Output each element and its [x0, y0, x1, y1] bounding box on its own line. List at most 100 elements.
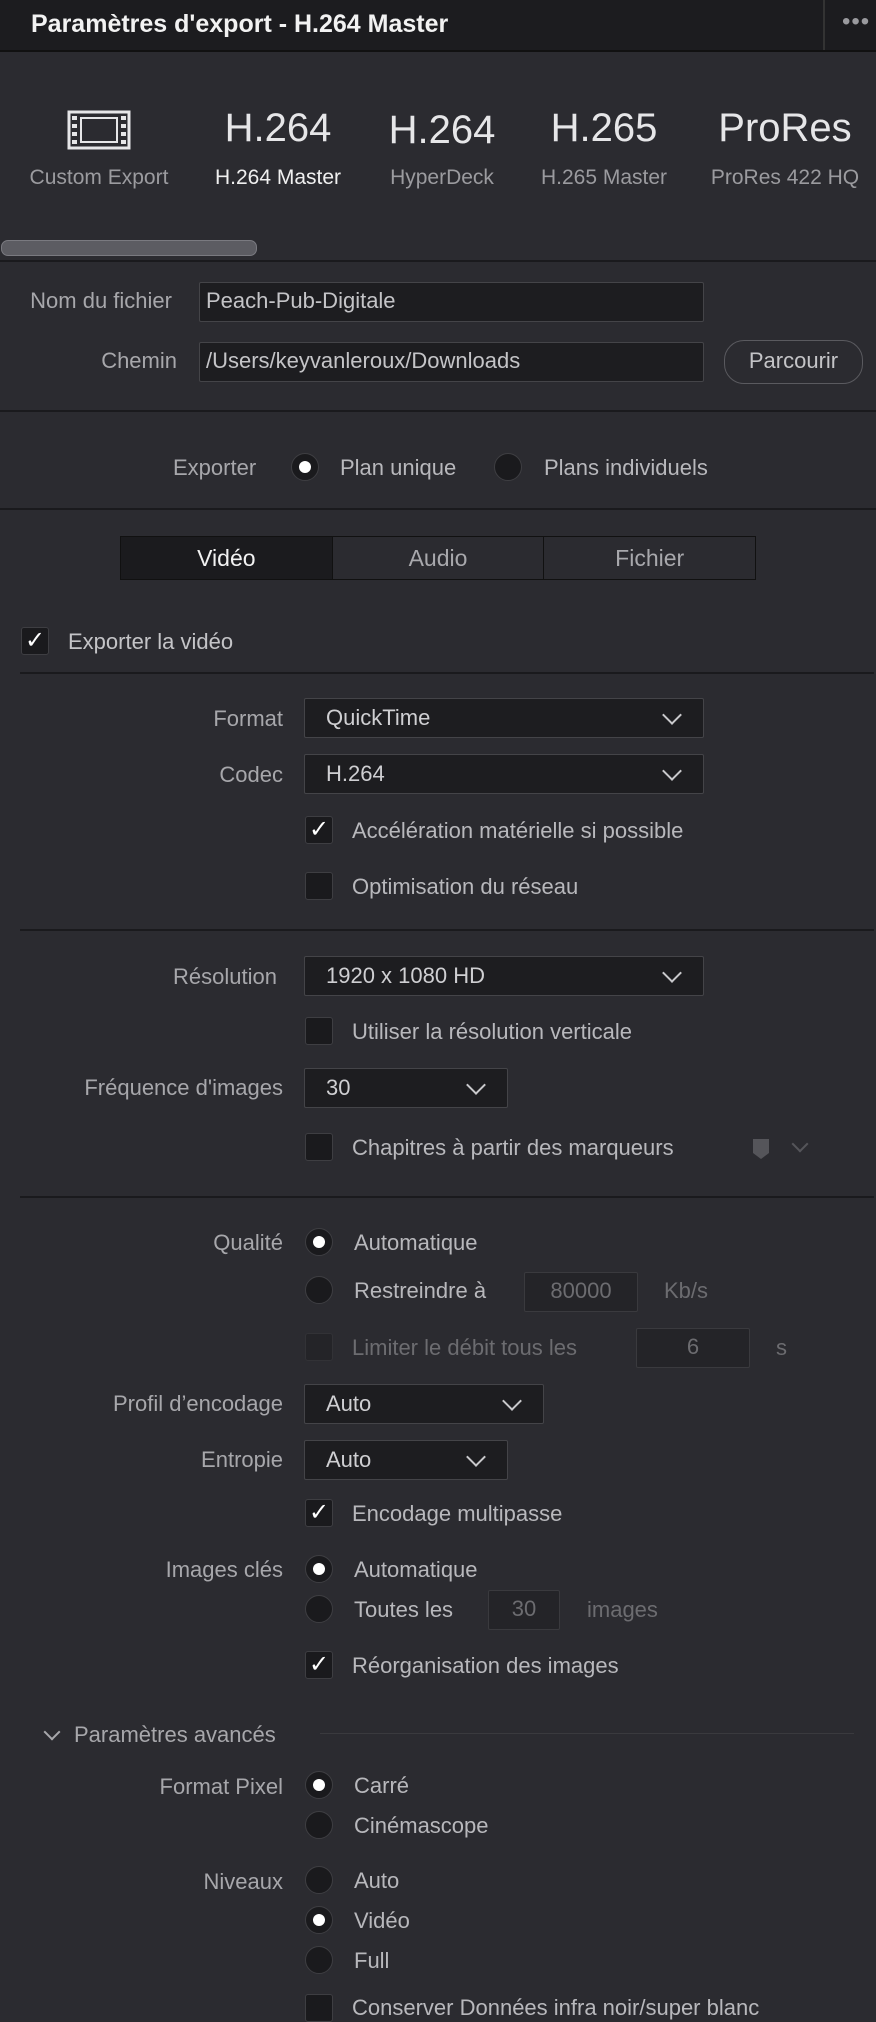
preset-h264-master[interactable]: H.264 H.264 Master: [194, 102, 362, 190]
vertical-res-label: Utiliser la résolution verticale: [352, 1019, 632, 1044]
multipass-label: Encodage multipasse: [352, 1501, 563, 1526]
export-individual-clips-radio[interactable]: [494, 453, 522, 481]
preset-prores-label: ProRes 422 HQ: [710, 166, 860, 189]
format-value: QuickTime: [326, 705, 431, 730]
encoding-profile-label: Profil d’encodage: [112, 1391, 283, 1416]
export-mode-label: Exporter: [173, 455, 257, 480]
export-video-label: Exporter la vidéo: [68, 629, 234, 654]
export-single-clip-radio[interactable]: [291, 453, 319, 481]
chevron-down-icon: [466, 1075, 486, 1095]
format-select[interactable]: QuickTime: [304, 698, 704, 738]
codec-select[interactable]: H.264: [304, 754, 704, 794]
entropy-label: Entropie: [201, 1447, 283, 1472]
preset-h265-master[interactable]: H.265 H.265 Master: [526, 102, 682, 190]
chapters-checkbox[interactable]: [305, 1133, 333, 1161]
preset-hyperdeck[interactable]: H.264 HyperDeck: [370, 104, 514, 190]
chevron-down-icon: [662, 963, 682, 983]
export-video-checkbox[interactable]: ✓: [21, 627, 49, 655]
preset-custom-label: Custom Export: [29, 166, 169, 189]
preserve-superwhite-checkbox[interactable]: [305, 1994, 333, 2022]
resolution-select[interactable]: 1920 x 1080 HD: [304, 956, 704, 996]
settings-tabs: Vidéo Audio Fichier: [120, 536, 756, 580]
filename-label: Nom du fichier: [30, 288, 172, 313]
pixel-square-radio[interactable]: [305, 1771, 333, 1799]
entropy-select[interactable]: Auto: [304, 1440, 508, 1480]
preset-scrollbar[interactable]: [1, 240, 257, 256]
preset-custom-export[interactable]: Custom Export: [14, 102, 184, 190]
window-title: Paramètres d'export - H.264 Master: [31, 10, 449, 38]
pixel-cinemascope-radio[interactable]: [305, 1811, 333, 1839]
pixel-format-label: Format Pixel: [159, 1774, 283, 1799]
limit-interval-input[interactable]: 6: [636, 1328, 750, 1368]
encoding-profile-value: Auto: [326, 1391, 372, 1416]
more-dots-icon[interactable]: •••: [842, 8, 870, 36]
divider: [20, 672, 874, 674]
codec-label: Codec: [219, 762, 283, 787]
quality-auto-radio[interactable]: [305, 1228, 333, 1256]
marker-icon[interactable]: [752, 1138, 770, 1160]
preset-h265-master-big: H.265: [550, 106, 658, 150]
keyframes-label: Images clés: [165, 1557, 283, 1582]
path-input[interactable]: /Users/keyvanleroux/Downloads: [199, 342, 704, 382]
marker-color-chevron-icon[interactable]: [791, 1135, 809, 1153]
limit-bitrate-checkbox[interactable]: [305, 1333, 333, 1361]
title-bar: Paramètres d'export - H.264 Master •••: [0, 0, 876, 52]
preset-h264-master-label: H.264 Master: [214, 166, 342, 189]
advanced-section-header[interactable]: Paramètres avancés: [74, 1722, 276, 1748]
tab-audio[interactable]: Audio: [332, 537, 545, 579]
limit-interval-unit: s: [776, 1335, 787, 1360]
filename-input[interactable]: Peach-Pub-Digitale: [199, 282, 704, 322]
codec-value: H.264: [326, 761, 385, 786]
hw-accel-label: Accélération matérielle si possible: [352, 818, 684, 843]
film-strip-icon: [67, 110, 131, 150]
encoding-profile-select[interactable]: Auto: [304, 1384, 544, 1424]
keyframes-every-radio[interactable]: [305, 1595, 333, 1623]
framerate-label: Fréquence d'images: [84, 1075, 283, 1100]
chevron-down-icon[interactable]: [43, 1723, 61, 1741]
quality-auto-label: Automatique: [354, 1230, 478, 1255]
levels-full-radio[interactable]: [305, 1946, 333, 1974]
preset-h265-master-label: H.265 Master: [540, 166, 668, 189]
vertical-res-checkbox[interactable]: [305, 1017, 333, 1045]
frame-reorder-label: Réorganisation des images: [352, 1653, 619, 1678]
keyframes-interval-input[interactable]: 30: [488, 1590, 560, 1630]
levels-label: Niveaux: [203, 1869, 283, 1894]
divider: [0, 508, 876, 510]
framerate-select[interactable]: 30: [304, 1068, 508, 1108]
quality-restrict-label: Restreindre à: [354, 1278, 487, 1303]
keyframes-auto-radio[interactable]: [305, 1555, 333, 1583]
quality-label: Qualité: [213, 1230, 283, 1255]
hw-accel-checkbox[interactable]: ✓: [305, 816, 333, 844]
preset-prores-422hq[interactable]: ProRes ProRes 422 HQ: [700, 102, 870, 190]
network-opt-checkbox[interactable]: [305, 872, 333, 900]
pixel-cinemascope-label: Cinémascope: [354, 1813, 489, 1838]
preset-h264-master-big: H.264: [224, 106, 332, 150]
levels-auto-label: Auto: [354, 1868, 400, 1893]
keyframes-every-label: Toutes les: [354, 1597, 454, 1622]
title-divider: [823, 0, 825, 50]
chevron-down-icon: [662, 705, 682, 725]
browse-button[interactable]: Parcourir: [724, 340, 863, 384]
bitrate-input[interactable]: 80000: [524, 1272, 638, 1312]
tab-video[interactable]: Vidéo: [121, 537, 333, 579]
quality-restrict-radio[interactable]: [305, 1276, 333, 1304]
levels-video-radio[interactable]: [305, 1906, 333, 1934]
preset-custom-big: [14, 102, 184, 154]
export-single-clip-label: Plan unique: [340, 455, 457, 480]
chevron-down-icon: [662, 761, 682, 781]
multipass-checkbox[interactable]: ✓: [305, 1499, 333, 1527]
keyframes-interval-unit: images: [587, 1597, 658, 1622]
chapters-label: Chapitres à partir des marqueurs: [352, 1135, 674, 1160]
tab-file[interactable]: Fichier: [544, 537, 756, 579]
frame-reorder-checkbox[interactable]: ✓: [305, 1651, 333, 1679]
export-individual-clips-label: Plans individuels: [544, 455, 708, 480]
levels-video-label: Vidéo: [354, 1908, 410, 1933]
preset-hyperdeck-label: HyperDeck: [390, 166, 494, 189]
divider: [0, 410, 876, 412]
divider: [20, 929, 874, 931]
levels-auto-radio[interactable]: [305, 1866, 333, 1894]
resolution-label: Résolution: [173, 964, 277, 989]
preset-hyperdeck-big: H.264: [388, 108, 496, 152]
bitrate-unit: Kb/s: [664, 1278, 709, 1303]
limit-bitrate-label: Limiter le débit tous les: [352, 1335, 577, 1360]
